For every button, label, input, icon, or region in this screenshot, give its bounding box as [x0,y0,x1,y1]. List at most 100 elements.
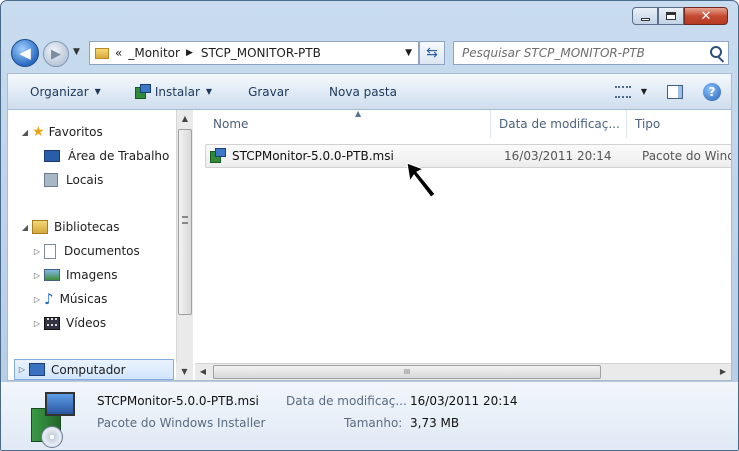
installer-icon [210,148,226,164]
sidebar-item-label: Músicas [59,292,108,306]
install-button[interactable]: Instalar ▼ [113,83,224,100]
collapsed-triangle-icon[interactable]: ▷ [30,271,44,280]
film-icon [44,316,60,330]
scrollbar-thumb[interactable] [178,129,192,315]
close-button[interactable]: ✕ [684,7,728,25]
recent-pages-dropdown[interactable]: ▼ [73,47,80,57]
scrollbar-thumb[interactable]: III [213,365,601,379]
content-area: ◢ ★ Favoritos Área de Trabalho Locais ◢ … [7,109,732,381]
back-arrow-icon: ◀ [19,44,31,62]
sidebar-favorites[interactable]: ◢ ★ Favoritos [18,122,103,142]
breadcrumb-separator-icon[interactable]: ▶ [186,48,193,58]
scroll-left-icon[interactable]: ◀ [195,364,211,380]
refresh-button[interactable]: ⇆ [419,41,445,65]
forward-arrow-icon: ▶ [51,46,61,62]
file-list: Nome ▲ Data de modificaç... Tipo STCPMon… [195,110,731,380]
sidebar-libraries-label: Bibliotecas [54,220,120,234]
new-folder-label: Nova pasta [329,84,397,99]
column-header-date[interactable]: Data de modificaç... [491,110,627,138]
sidebar-item-label: Área de Trabalho [68,149,170,163]
sort-ascending-icon: ▲ [355,110,362,118]
sidebar-favorites-label: Favoritos [48,125,103,139]
scroll-down-icon[interactable]: ▼ [176,363,193,380]
sidebar-libraries[interactable]: ◢ Bibliotecas [18,217,119,237]
organize-button[interactable]: Organizar ▼ [8,85,113,99]
sidebar-item-label: Locais [66,173,104,187]
details-pane: STCPMonitor-5.0.0-PTB.msi Data de modifi… [1,381,738,450]
minimize-button[interactable] [632,7,658,25]
computer-icon [29,363,45,376]
sidebar-item-label: Vídeos [66,316,107,330]
back-button[interactable]: ◀ [11,39,39,67]
search-input[interactable]: Pesquisar STCP_MONITOR-PTB [453,41,729,65]
mouse-pointer-icon [406,162,436,198]
breadcrumb-stcp-monitor-ptb[interactable]: STCP_MONITOR-PTB [201,46,321,60]
caption-buttons: ✕ [632,7,728,25]
recent-places-icon [44,173,58,187]
sidebar-item-videos[interactable]: ▷ Vídeos [30,313,106,333]
details-date-value: 16/03/2011 20:14 [410,394,518,408]
navigation-pane-scrollbar[interactable]: ▲ [176,110,193,380]
scroll-up-icon[interactable]: ▲ [177,110,193,127]
organize-label: Organizar [30,84,89,99]
expanded-triangle-icon[interactable]: ◢ [18,223,32,232]
sidebar-item-images[interactable]: ▷ Imagens [30,265,118,285]
address-overflow-chevron[interactable]: « [115,46,122,60]
collapsed-triangle-icon[interactable]: ▷ [30,319,44,328]
breadcrumb-monitor[interactable]: _Monitor [128,46,180,60]
details-file-type: Pacote do Windows Installer [97,416,266,430]
scroll-right-icon[interactable]: ▶ [715,364,731,380]
maximize-icon [666,12,676,20]
sidebar-item-desktop[interactable]: Área de Trabalho [44,146,169,166]
minimize-icon [640,17,650,21]
help-icon[interactable]: ? [703,82,721,101]
folder-icon [95,47,109,59]
chevron-down-icon: ▼ [94,87,101,96]
command-bar: Organizar ▼ Instalar ▼ Gravar Nova pasta… [7,73,732,109]
desktop-icon [44,150,60,162]
column-header-label: Nome [213,117,249,131]
sidebar-item-documents[interactable]: ▷ Documentos [30,241,140,261]
search-icon[interactable] [710,46,722,58]
column-header-label: Data de modificaç... [499,117,620,131]
views-icon[interactable] [614,85,631,98]
details-file-name: STCPMonitor-5.0.0-PTB.msi [97,394,259,408]
burn-label: Gravar [248,84,290,99]
grip-icon [182,216,188,224]
file-list-horizontal-scrollbar[interactable]: ◀ III ▶ [195,363,731,380]
installer-large-icon [31,390,77,448]
burn-button[interactable]: Gravar [224,85,301,99]
sidebar-item-label: Computador [51,362,126,377]
file-row[interactable]: STCPMonitor-5.0.0-PTB.msi 16/03/2011 20:… [205,144,731,168]
new-folder-button[interactable]: Nova pasta [301,85,409,99]
chevron-down-icon: ▼ [205,87,213,96]
installer-icon [134,83,151,100]
collapsed-triangle-icon[interactable]: ▷ [30,247,44,256]
sidebar-item-music[interactable]: ▷ ♪ Músicas [30,289,107,309]
collapsed-triangle-icon[interactable]: ▷ [30,295,44,304]
column-header-label: Tipo [635,117,661,131]
views-dropdown-icon[interactable]: ▼ [641,87,647,96]
details-date-label: Data de modificaç... [286,394,407,408]
refresh-icon: ⇆ [426,45,438,61]
sidebar-item-label: Imagens [66,268,118,282]
collapsed-triangle-icon[interactable]: ▷ [15,365,29,374]
forward-button[interactable]: ▶ [43,41,69,67]
music-note-icon: ♪ [44,290,54,308]
address-dropdown-icon[interactable]: ▼ [405,48,412,58]
sidebar-item-computer[interactable]: ▷ Computador [14,359,174,380]
navigation-bar: ◀ ▶ ▼ « _Monitor ▶ STCP_MONITOR-PTB ▼ ⇆ … [1,37,738,69]
expanded-triangle-icon[interactable]: ◢ [18,128,32,137]
search-placeholder: Pesquisar STCP_MONITOR-PTB [462,46,645,60]
grip-icon: III [403,368,411,376]
address-bar[interactable]: « _Monitor ▶ STCP_MONITOR-PTB ▼ [89,41,419,65]
file-date: 16/03/2011 20:14 [504,149,612,163]
file-name: STCPMonitor-5.0.0-PTB.msi [232,149,394,163]
sidebar-item-places[interactable]: Locais [44,170,103,190]
maximize-button[interactable] [658,7,684,25]
column-header-name[interactable]: Nome ▲ [205,110,491,138]
column-header-type[interactable]: Tipo [627,110,731,138]
documents-icon [44,243,56,259]
toolbar-right: ▼ ? [614,82,731,101]
preview-pane-icon[interactable] [667,84,683,99]
